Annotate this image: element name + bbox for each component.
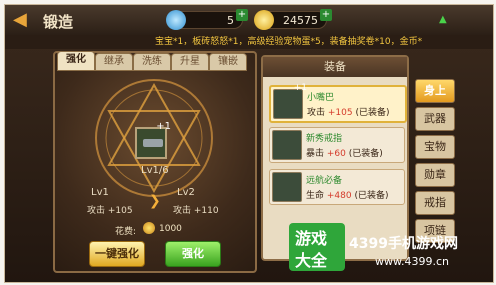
stat-value: +480	[326, 191, 352, 201]
equipment-name: 小嘴巴	[307, 93, 335, 103]
cost-label: 花费:	[115, 227, 137, 237]
tab-body[interactable]: 身上	[415, 79, 455, 103]
gold-counter: 24575 +	[254, 9, 332, 30]
equipped-status: (已装备)	[348, 149, 383, 159]
equipped-status: (已装备)	[354, 191, 389, 201]
gun-icon: +1	[273, 83, 307, 119]
compass-icon	[272, 172, 302, 202]
back-arrow-icon[interactable]: ◀	[13, 11, 31, 29]
equipped-status: (已装备)	[355, 108, 390, 118]
watermark-logo-top: 游戏	[295, 229, 328, 248]
current-stat: 攻击 +105	[87, 206, 133, 216]
game-screen: ◀ 锻造 5 + 24575 + ▲ 宝宝*1，板砖怒怒*1，高级经验宠物蛋*5…	[4, 4, 494, 283]
tab-inlay[interactable]: 镶嵌	[209, 53, 247, 71]
level-badge: Lv1/6	[141, 165, 169, 176]
wifi-icon: ▲	[439, 14, 447, 25]
watermark-title: 4399手机游戏网	[349, 236, 458, 252]
ticker-text: 宝宝*1，板砖怒怒*1，高级经验宠物蛋*5，装备抽奖卷*10，金币*	[155, 37, 423, 47]
page-title: 锻造	[43, 13, 74, 31]
equipment-name: 远航必备	[306, 176, 343, 186]
tab-treasure[interactable]: 宝物	[415, 135, 455, 159]
gold-value: 24575	[283, 14, 318, 27]
stat-label: 暴击	[306, 149, 325, 159]
stat-label: 生命	[306, 191, 325, 201]
tab-star-up[interactable]: 升星	[171, 53, 209, 71]
next-level: Lv2	[177, 187, 195, 198]
tab-medal[interactable]: 勋章	[415, 163, 455, 187]
top-bar: ◀ 锻造 5 + 24575 + ▲	[5, 5, 493, 36]
plus-icon: +1	[293, 83, 307, 93]
add-gold-button[interactable]: +	[320, 9, 332, 21]
equipment-item[interactable]: 远航必备 生命 +480 (已装备)	[269, 169, 405, 205]
next-stat: 攻击 +110	[173, 206, 219, 216]
cost-value: 1000	[159, 224, 182, 234]
arrow-right-icon: ❯	[149, 193, 161, 209]
watermark-logo: 游戏 大全	[289, 223, 345, 271]
stat-label: 攻击	[307, 108, 326, 118]
one-key-enhance-button[interactable]: 一键强化	[89, 241, 145, 267]
tab-enhance[interactable]: 强化	[57, 51, 95, 71]
diamond-value: 5	[227, 14, 234, 27]
diamond-counter: 5 +	[166, 9, 248, 30]
gun-icon	[143, 139, 163, 147]
tab-inherit[interactable]: 继承	[95, 53, 133, 71]
tab-refine[interactable]: 洗练	[133, 53, 171, 71]
gold-coin-icon	[254, 10, 274, 30]
plus-icon: +1	[156, 121, 171, 132]
equipment-title: 装备	[263, 57, 407, 77]
tab-weapon[interactable]: 武器	[415, 107, 455, 131]
watermark-url: www.4399.cn	[375, 255, 449, 268]
equipment-stat: 暴击 +60 (已装备)	[306, 146, 383, 159]
equipment-item[interactable]: 新秀戒指 暴击 +60 (已装备)	[269, 127, 405, 163]
equipment-stat: 攻击 +105 (已装备)	[307, 105, 390, 118]
stat-value: +105	[327, 108, 353, 118]
equipment-slot[interactable]: +1	[135, 121, 171, 159]
ring-icon	[272, 130, 302, 160]
diamond-icon	[166, 10, 186, 30]
equipment-stat: 生命 +480 (已装备)	[306, 188, 389, 201]
current-level: Lv1	[91, 187, 109, 198]
gold-coin-icon	[143, 222, 155, 234]
enhance-button[interactable]: 强化	[165, 241, 221, 267]
tab-ring[interactable]: 戒指	[415, 191, 455, 215]
equipment-item[interactable]: +1 小嘴巴 攻击 +105 (已装备)	[269, 83, 407, 123]
watermark-logo-bottom: 大全	[295, 251, 328, 270]
add-diamond-button[interactable]: +	[236, 9, 248, 21]
news-ticker: 宝宝*1，板砖怒怒*1，高级经验宠物蛋*5，装备抽奖卷*10，金币*	[5, 35, 493, 49]
stat-value: +60	[326, 149, 346, 159]
equipment-name: 新秀戒指	[306, 134, 343, 144]
